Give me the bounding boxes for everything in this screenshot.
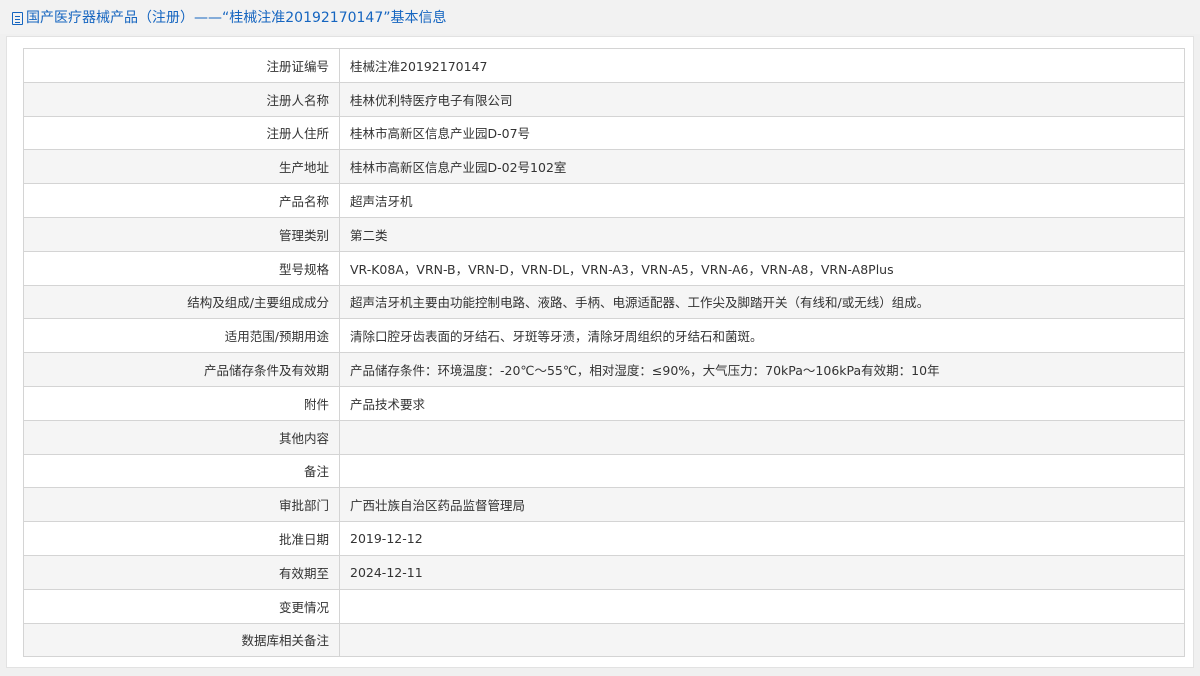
table-row: 审批部门 广西壮族自治区药品监督管理局 (23, 487, 1185, 523)
row-value: 桂械注准20192170147 (339, 48, 1185, 83)
row-label: 注册人名称 (23, 81, 340, 117)
row-value: 第二类 (339, 216, 1185, 252)
row-value: 桂林优利特医疗电子有限公司 (339, 81, 1185, 117)
table-row: 适用范围/预期用途 清除口腔牙齿表面的牙结石、牙斑等牙渍，清除牙周组织的牙结石和… (23, 318, 1185, 354)
row-value: 桂林市高新区信息产业园D-07号 (339, 115, 1185, 151)
row-value: 超声洁牙机主要由功能控制电路、液路、手柄、电源适配器、工作尖及脚踏开关（有线和/… (339, 284, 1185, 320)
row-value: 桂林市高新区信息产业园D-02号102室 (339, 149, 1185, 185)
row-value (339, 453, 1185, 489)
row-label: 注册人住所 (23, 115, 340, 151)
row-label: 生产地址 (23, 149, 340, 185)
row-label: 产品名称 (23, 183, 340, 218)
row-label: 产品储存条件及有效期 (23, 352, 340, 387)
row-value: 2019-12-12 (339, 521, 1185, 556)
table-row: 有效期至 2024-12-11 (23, 554, 1185, 590)
table-row: 注册人住所 桂林市高新区信息产业园D-07号 (23, 115, 1185, 151)
row-label: 其他内容 (23, 419, 340, 455)
page-title: 国产医疗器械产品（注册）——“桂械注准20192170147”基本信息 (26, 10, 447, 26)
row-value: VR-K08A，VRN-B，VRN-D，VRN-DL，VRN-A3，VRN-A5… (339, 250, 1185, 286)
row-label: 适用范围/预期用途 (23, 318, 340, 354)
row-value (339, 588, 1185, 624)
table-row: 变更情况 (23, 588, 1185, 624)
basic-info-table: 注册证编号 桂械注准20192170147 注册人名称 桂林优利特医疗电子有限公… (23, 48, 1185, 658)
table-row: 注册证编号 桂械注准20192170147 (23, 48, 1185, 83)
row-value: 2024-12-11 (339, 554, 1185, 590)
row-value (339, 419, 1185, 455)
info-table-body: 注册证编号 桂械注准20192170147 注册人名称 桂林优利特医疗电子有限公… (23, 48, 1185, 658)
row-value: 广西壮族自治区药品监督管理局 (339, 487, 1185, 523)
table-row: 备注 (23, 453, 1185, 489)
row-label: 注册证编号 (23, 48, 340, 83)
row-label: 有效期至 (23, 554, 340, 590)
row-label: 数据库相关备注 (23, 622, 340, 658)
row-value: 产品储存条件：环境温度：-20℃～55℃，相对湿度：≤90%，大气压力：70kP… (339, 352, 1185, 387)
table-row: 结构及组成/主要组成成分 超声洁牙机主要由功能控制电路、液路、手柄、电源适配器、… (23, 284, 1185, 320)
row-label: 附件 (23, 385, 340, 421)
table-row: 生产地址 桂林市高新区信息产业园D-02号102室 (23, 149, 1185, 185)
table-row: 其他内容 (23, 419, 1185, 455)
table-row: 管理类别 第二类 (23, 216, 1185, 252)
row-label: 管理类别 (23, 216, 340, 252)
row-value: 清除口腔牙齿表面的牙结石、牙斑等牙渍，清除牙周组织的牙结石和菌斑。 (339, 318, 1185, 354)
row-value (339, 622, 1185, 658)
table-row: 数据库相关备注 (23, 622, 1185, 658)
table-row: 注册人名称 桂林优利特医疗电子有限公司 (23, 81, 1185, 117)
row-label: 审批部门 (23, 487, 340, 523)
table-row: 型号规格 VR-K08A，VRN-B，VRN-D，VRN-DL，VRN-A3，V… (23, 250, 1185, 286)
document-icon (12, 11, 23, 25)
table-row: 产品储存条件及有效期 产品储存条件：环境温度：-20℃～55℃，相对湿度：≤90… (23, 352, 1185, 387)
row-label: 型号规格 (23, 250, 340, 286)
row-label: 变更情况 (23, 588, 340, 624)
row-label: 批准日期 (23, 521, 340, 556)
page-header: 国产医疗器械产品（注册）——“桂械注准20192170147”基本信息 (0, 0, 1200, 34)
row-label: 结构及组成/主要组成成分 (23, 284, 340, 320)
table-row: 附件 产品技术要求 (23, 385, 1185, 421)
info-panel: 注册证编号 桂械注准20192170147 注册人名称 桂林优利特医疗电子有限公… (6, 36, 1194, 668)
row-value: 产品技术要求 (339, 385, 1185, 421)
row-label: 备注 (23, 453, 340, 489)
table-row: 产品名称 超声洁牙机 (23, 183, 1185, 218)
row-value: 超声洁牙机 (339, 183, 1185, 218)
table-row: 批准日期 2019-12-12 (23, 521, 1185, 556)
